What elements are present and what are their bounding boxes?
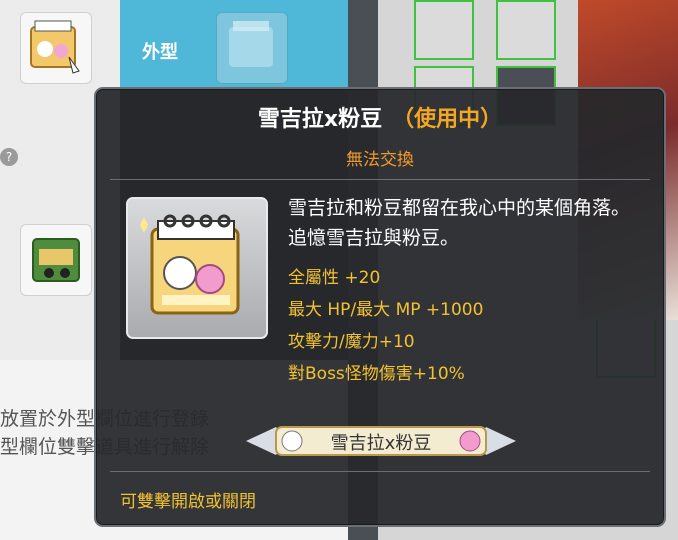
item-tooltip: 雪吉拉x粉豆 （使用中） 無法交換 雪吉拉和粉豆都留在我心中的某個角落。追憶雪吉拉… [94, 87, 666, 527]
item-icon-frame [126, 197, 268, 339]
trade-status: 無法交換 [346, 150, 414, 170]
tab-appearance-label: 外型 [142, 42, 178, 63]
equip-slot-face[interactable] [496, 0, 556, 60]
stat-attack-magic: 攻擊力/魔力+10 [288, 332, 415, 352]
divider-top [110, 179, 650, 180]
notebook-icon [30, 20, 80, 74]
toggle-hint[interactable]: 可雙擊開啟或關閉 [120, 487, 256, 512]
tab-appearance[interactable]: 外型 [120, 0, 348, 90]
stat-all-stats: 全屬性 +20 [288, 268, 381, 288]
notebook-icon [140, 214, 240, 315]
medal-slot-2[interactable] [20, 224, 92, 296]
medal-item-icon [32, 238, 80, 282]
appearance-slot[interactable] [216, 12, 288, 84]
divider-bottom [110, 471, 650, 472]
banner-label: 雪吉拉x粉豆 [330, 433, 432, 454]
help-icon[interactable]: ? [0, 148, 18, 166]
in-use-label: （使用中） [392, 107, 503, 132]
item-description: 雪吉拉和粉豆都留在我心中的某個角落。追憶雪吉拉與粉豆。 [288, 197, 631, 249]
item-name: 雪吉拉x粉豆 [257, 107, 383, 132]
stat-max-hp-mp: 最大 HP/最大 MP +1000 [288, 300, 484, 320]
stat-boss-damage: 對Boss怪物傷害+10% [288, 364, 465, 384]
medal-banner: 雪吉拉x粉豆 [246, 419, 516, 463]
item-title: 雪吉拉x粉豆 （使用中） [96, 101, 664, 133]
notebook-ghost-icon [229, 21, 273, 67]
equip-slot-badge[interactable] [414, 0, 474, 60]
medal-slot-selected[interactable] [20, 12, 92, 84]
